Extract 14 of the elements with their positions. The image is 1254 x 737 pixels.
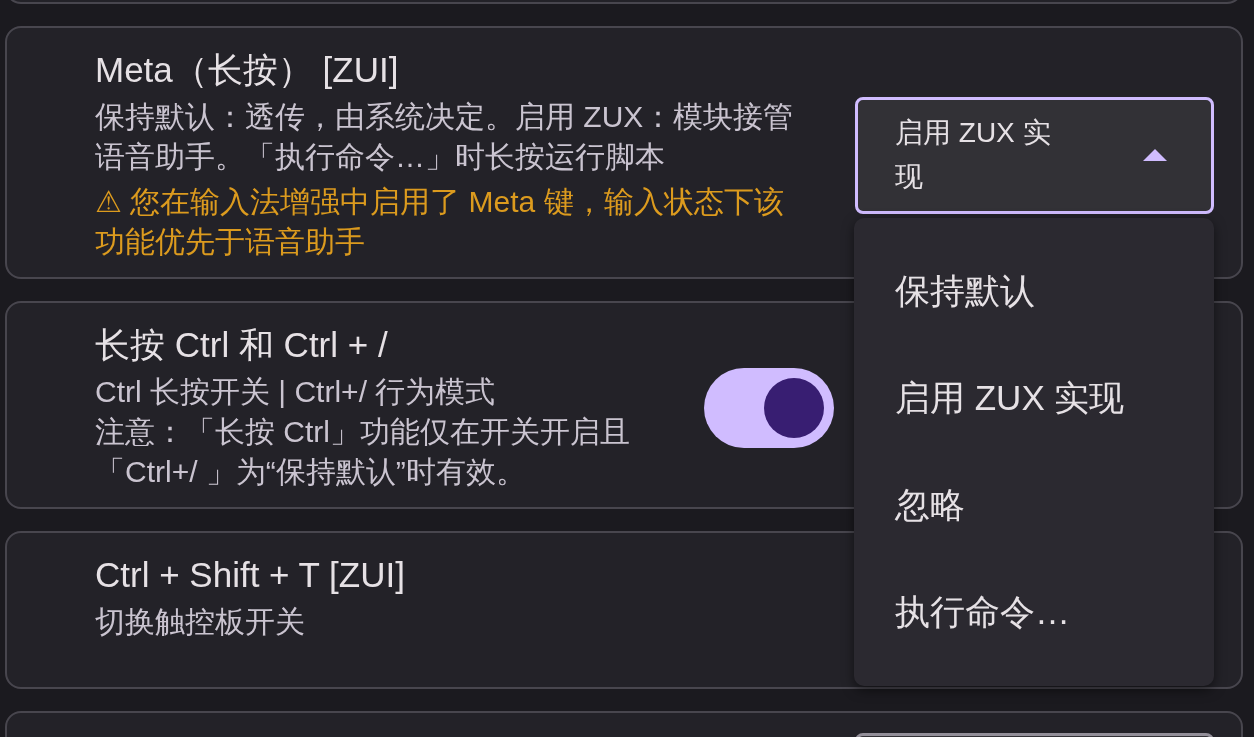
setting-title: Meta（长按） [ZUI]	[95, 49, 400, 91]
menu-item[interactable]: 执行命令…	[854, 558, 1214, 666]
menu-item[interactable]: 启用 ZUX 实现	[854, 344, 1214, 452]
setting-title: Ctrl + Shift + T [ZUI]	[95, 554, 405, 596]
dropdown-field[interactable]: 启用 ZUX 实现	[855, 96, 1214, 214]
menu-item[interactable]: 保持默认	[854, 237, 1214, 345]
setting-description: 保持默认：透传，由系统决定。启用 ZUX：模块接管语音助手。「执行命令…」时长按运行脚本	[95, 99, 795, 175]
warning-text: ⚠ 您在输入法增强中启用了 Meta 键，输入状态下该功能优先于语音助手	[95, 184, 785, 260]
menu-item[interactable]: 忽略	[854, 451, 1214, 559]
setting-title: 长按 Ctrl 和 Ctrl + /	[95, 324, 389, 366]
setting-description: 注意：「长按 Ctrl」功能仅在开关开启且「Ctrl+/ 」为“保持默认”时有效。	[95, 414, 631, 490]
setting-description: 切换触控板开关	[95, 604, 305, 640]
caret-up-icon	[1143, 149, 1167, 161]
setting-description: Ctrl 长按开关 | Ctrl+/ 行为模式	[95, 374, 497, 410]
